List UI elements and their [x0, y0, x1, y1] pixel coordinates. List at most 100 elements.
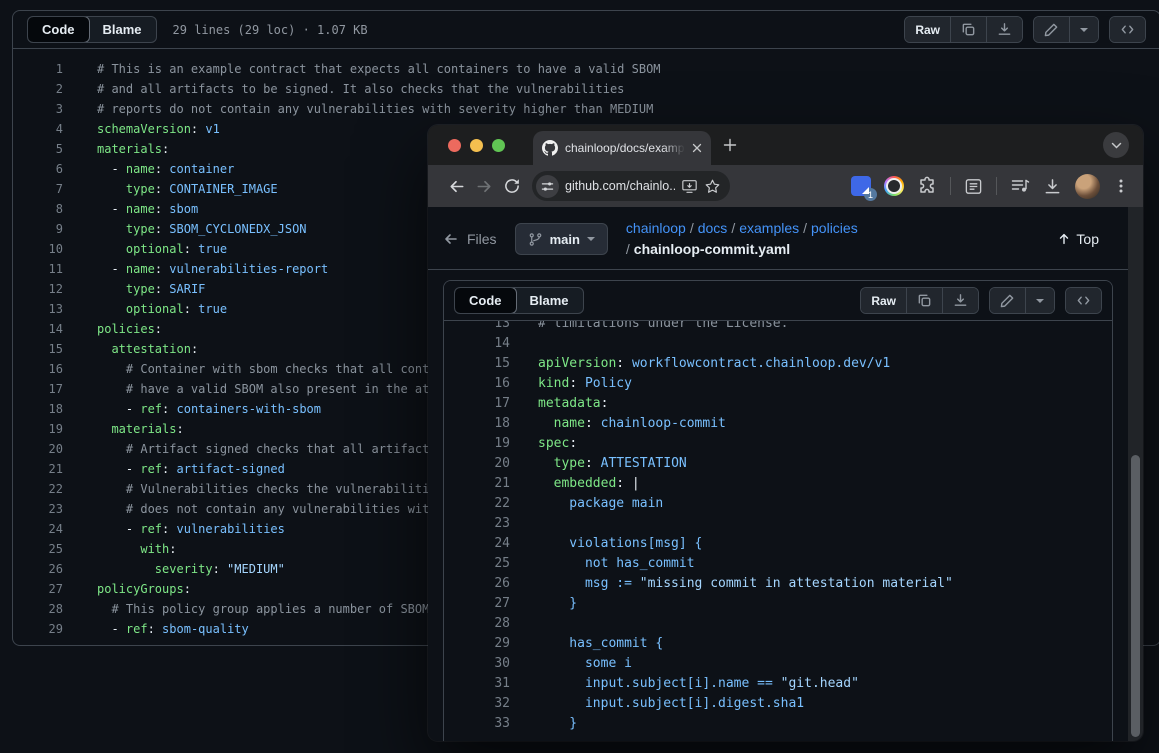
code-line: 13# limitations under the License. [444, 321, 1112, 334]
line-number[interactable]: 7 [13, 179, 63, 199]
line-number[interactable]: 14 [13, 319, 63, 339]
back-button[interactable] [442, 172, 470, 200]
edit-button[interactable] [1034, 17, 1069, 42]
line-number[interactable]: 28 [13, 599, 63, 619]
symbols-button[interactable] [1110, 17, 1145, 42]
tab-close-icon[interactable] [692, 143, 702, 153]
copy-button[interactable] [950, 17, 986, 42]
downloads-icon[interactable] [1043, 177, 1062, 196]
line-number[interactable]: 11 [13, 259, 63, 279]
breadcrumb-examples[interactable]: examples [739, 220, 799, 236]
line-number[interactable]: 4 [13, 119, 63, 139]
line-number[interactable]: 24 [13, 519, 63, 539]
line-number[interactable]: 21 [13, 459, 63, 479]
tab-search-button[interactable] [1103, 132, 1129, 158]
reload-button[interactable] [498, 172, 526, 200]
minimize-window-button[interactable] [470, 139, 483, 152]
close-window-button[interactable] [448, 139, 461, 152]
install-app-icon[interactable] [681, 179, 698, 194]
page-scrollbar[interactable] [1128, 207, 1143, 741]
copy-button[interactable] [906, 288, 942, 313]
line-number[interactable]: 13 [444, 321, 510, 334]
code-scroll-area[interactable]: 13# limitations under the License.1415ap… [444, 321, 1112, 741]
orange-extension-icon[interactable] [884, 176, 904, 196]
zoom-window-button[interactable] [492, 139, 505, 152]
download-button[interactable] [986, 17, 1022, 42]
profile-avatar[interactable] [1075, 174, 1100, 199]
forward-button[interactable] [470, 172, 498, 200]
line-number[interactable]: 19 [444, 434, 510, 454]
browser-menu-icon[interactable] [1113, 178, 1129, 194]
line-number[interactable]: 27 [444, 594, 510, 614]
edit-dropdown-button[interactable] [1025, 288, 1054, 313]
line-number[interactable]: 3 [13, 99, 63, 119]
line-number[interactable]: 21 [444, 474, 510, 494]
back-to-top-link[interactable]: Top [1057, 231, 1113, 247]
line-number[interactable]: 26 [444, 574, 510, 594]
line-number[interactable]: 15 [13, 339, 63, 359]
breadcrumb-repo[interactable]: chainloop [626, 220, 686, 236]
line-number[interactable]: 12 [13, 279, 63, 299]
tab-blame[interactable]: Blame [89, 17, 156, 42]
line-number[interactable]: 30 [444, 654, 510, 674]
line-number[interactable]: 16 [444, 374, 510, 394]
media-playlist-icon[interactable] [1010, 176, 1030, 196]
line-number[interactable]: 20 [444, 454, 510, 474]
line-number[interactable]: 29 [13, 619, 63, 639]
raw-button[interactable]: Raw [861, 288, 906, 313]
tab-blame[interactable]: Blame [516, 288, 583, 313]
line-number[interactable]: 18 [444, 414, 510, 434]
files-back-link[interactable]: Files [443, 231, 497, 247]
line-number[interactable]: 28 [444, 614, 510, 634]
breadcrumb-docs[interactable]: docs [698, 220, 728, 236]
tab-code[interactable]: Code [27, 16, 90, 43]
scrollbar-thumb[interactable] [1131, 455, 1140, 737]
line-number[interactable]: 2 [13, 79, 63, 99]
line-number[interactable]: 5 [13, 139, 63, 159]
line-number[interactable]: 22 [13, 479, 63, 499]
line-number[interactable]: 22 [444, 494, 510, 514]
symbols-button[interactable] [1066, 288, 1101, 313]
line-number[interactable]: 13 [13, 299, 63, 319]
line-number[interactable]: 9 [13, 219, 63, 239]
line-number[interactable]: 33 [444, 714, 510, 734]
line-number[interactable]: 16 [13, 359, 63, 379]
tab-code[interactable]: Code [454, 287, 517, 314]
line-number[interactable]: 1 [13, 59, 63, 79]
line-number[interactable]: 27 [13, 579, 63, 599]
line-number[interactable]: 14 [444, 334, 510, 354]
bookmark-star-icon[interactable] [704, 178, 721, 195]
line-number[interactable]: 19 [13, 419, 63, 439]
branch-selector[interactable]: main [515, 223, 608, 255]
line-number[interactable]: 23 [13, 499, 63, 519]
line-number[interactable]: 17 [13, 379, 63, 399]
edit-dropdown-button[interactable] [1069, 17, 1098, 42]
password-manager-extension-icon[interactable]: 1 [851, 176, 871, 196]
line-number[interactable]: 31 [444, 674, 510, 694]
raw-button[interactable]: Raw [905, 17, 950, 42]
line-number[interactable]: 25 [13, 539, 63, 559]
reading-list-icon[interactable] [964, 177, 983, 196]
line-number[interactable]: 18 [13, 399, 63, 419]
edit-button[interactable] [990, 288, 1025, 313]
line-number[interactable]: 24 [444, 534, 510, 554]
line-number[interactable]: 20 [13, 439, 63, 459]
line-number[interactable]: 32 [444, 694, 510, 714]
browser-tab[interactable]: chainloop/docs/examples/poli [533, 131, 711, 165]
line-number[interactable]: 26 [13, 559, 63, 579]
line-number[interactable]: 29 [444, 634, 510, 654]
line-number[interactable]: 6 [13, 159, 63, 179]
line-number[interactable]: 15 [444, 354, 510, 374]
extensions-puzzle-icon[interactable] [917, 176, 937, 196]
line-number[interactable]: 10 [13, 239, 63, 259]
edit-group [1033, 16, 1099, 43]
line-number[interactable]: 8 [13, 199, 63, 219]
line-number[interactable]: 17 [444, 394, 510, 414]
line-number[interactable]: 23 [444, 514, 510, 534]
new-tab-button[interactable] [723, 138, 737, 152]
site-settings-button[interactable] [536, 175, 559, 198]
line-number[interactable]: 25 [444, 554, 510, 574]
download-button[interactable] [942, 288, 978, 313]
breadcrumb-policies[interactable]: policies [811, 220, 858, 236]
url-bar[interactable]: github.com/chainlo... [532, 171, 730, 201]
